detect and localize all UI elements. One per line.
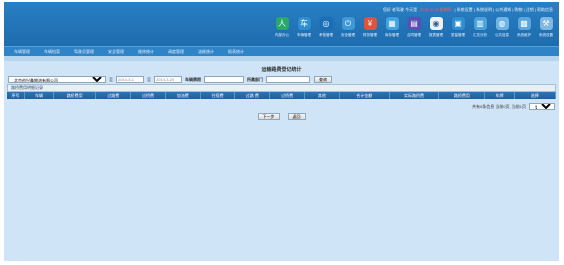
column-header: 过路费 xyxy=(96,92,132,99)
data-table: 路桥费用明细记录 序号 车辆 路桥费用 过路费 过桥费 加油费 住宿费 过路 费过桥费 其他 合计… xyxy=(7,84,556,99)
module-icon: ◉ xyxy=(429,17,443,30)
back-button[interactable]: 返回 xyxy=(287,113,306,120)
toolbar-button[interactable]: 车车辆管理 xyxy=(293,17,315,38)
column-header: 车辆 xyxy=(25,92,55,99)
top-link[interactable]: | 系统设置 | 系统说明 | 公共通知 | 购物 | 注销 | 帮助信息 xyxy=(455,7,553,12)
column-header: 过路 费 xyxy=(235,92,271,99)
module-icon: ¥ xyxy=(363,17,377,30)
module-icon: 人 xyxy=(275,17,289,30)
dept-label: 所属部门 xyxy=(247,76,263,82)
plate-label: 车辆牌照 xyxy=(185,76,201,82)
toolbar-label: 考核管理 xyxy=(319,33,333,37)
toolbar-button[interactable]: ◉ 报表管理 xyxy=(425,17,447,38)
toolbar-button[interactable]: ▦ 库存管理 xyxy=(381,17,403,38)
toolbar-label: 汇总分析 xyxy=(473,33,487,37)
table-header: 序号 车辆 路桥费用 过路费 过桥费 加油费 住宿费 过路 费过桥费 其他 合计金额 实际路桥费 路桥… xyxy=(7,92,556,99)
toolbar-label: 报表管理 xyxy=(429,33,443,37)
column-header: 其他 xyxy=(305,92,340,99)
column-header: 加油费 xyxy=(166,92,201,99)
dept-input[interactable] xyxy=(266,76,310,83)
module-icon: ⚒ xyxy=(539,17,553,30)
column-header: 路桥费用 xyxy=(439,92,486,99)
filter-bar: 北京创兴鑫物流有限公司 至 至 车辆牌照 所属部门 查询 xyxy=(8,76,332,83)
column-header: 路桥费用 xyxy=(54,92,97,99)
start-date-input[interactable] xyxy=(116,76,144,83)
page-title: 运输路费登记统计 xyxy=(261,67,302,73)
module-icon: ▥ xyxy=(473,17,487,30)
nav-item[interactable]: 维修统计 xyxy=(138,49,154,55)
module-toolbar: 人内部办公车车辆管理 ◎ 考核管理 ⏻ 安全管理 ¥ 财务管理 ▦ 库存管理 ▤ 合同管理 ◉ 报表管理… xyxy=(271,17,557,38)
column-header: 过桥费 xyxy=(270,92,306,99)
module-icon: ▤ xyxy=(407,17,421,30)
nav-item[interactable]: 调度管理 xyxy=(168,49,184,55)
toolbar-button[interactable]: ¥ 财务管理 xyxy=(359,17,381,38)
toolbar-label: 公共信息 xyxy=(495,33,509,37)
column-header: 合计金额 xyxy=(340,92,390,99)
company-select[interactable]: 北京创兴鑫物流有限公司 xyxy=(8,76,106,83)
module-icon: ⏻ xyxy=(341,17,355,30)
nav-item[interactable]: 车辆管理 xyxy=(14,49,30,55)
module-icon: 车 xyxy=(297,17,311,30)
toolbar-label: 财务管理 xyxy=(363,33,377,37)
action-buttons: 下一步 返回 xyxy=(4,113,559,120)
module-icon: ▦ xyxy=(385,17,399,30)
module-icon: ▩ xyxy=(517,17,531,30)
pager-summary: 共有0条信息 当前0页, 当前1页 xyxy=(471,103,526,109)
toolbar-label: 安全管理 xyxy=(341,33,355,37)
top-links: 您好 老驾驶 今天是 2022-3-10 星期四 | 系统设置 | 系统说明 | 公… xyxy=(380,7,553,13)
toolbar-label: 内部办公 xyxy=(275,33,289,37)
column-header: 住宿费 xyxy=(201,92,236,99)
toolbar-button[interactable]: ◎ 考核管理 xyxy=(315,17,337,38)
nav-item[interactable]: 驾驶员管理 xyxy=(74,49,94,55)
page-select[interactable]: 第1页 xyxy=(529,103,555,110)
toolbar-button[interactable]: ◍ 公共信息 xyxy=(491,17,513,38)
toolbar-label: 库存管理 xyxy=(385,33,399,37)
toolbar-button[interactable]: ▩ 系统维护 xyxy=(513,17,535,38)
toolbar-label: 系统设置 xyxy=(539,33,553,37)
toolbar-label: 质量管理 xyxy=(451,33,465,37)
query-button[interactable]: 查询 xyxy=(314,76,332,83)
plate-input[interactable] xyxy=(204,76,244,83)
top-banner: 您好 老驾驶 今天是 2022-3-10 星期四 | 系统设置 | 系统说明 | 公… xyxy=(4,2,559,46)
toolbar-button[interactable]: ⏻ 安全管理 xyxy=(337,17,359,38)
nav-item[interactable]: 安全管理 xyxy=(108,49,124,55)
module-icon: ▣ xyxy=(451,17,465,30)
toolbar-label: 合同管理 xyxy=(407,33,421,37)
toolbar-button[interactable]: ▥ 汇总分析 xyxy=(469,17,491,38)
column-header: 实际路桥费 xyxy=(390,92,440,99)
nav-item[interactable]: 报表统计 xyxy=(228,49,244,55)
column-header: 序号 xyxy=(7,92,25,99)
column-header: 车牌 xyxy=(485,92,515,99)
end-date-input[interactable] xyxy=(154,76,182,83)
column-header: 过桥费 xyxy=(131,92,166,99)
nav-item[interactable]: 油耗统计 xyxy=(198,49,214,55)
date-to-label: 至 xyxy=(147,76,151,82)
nav-item[interactable]: 车辆档案 xyxy=(44,49,60,55)
toolbar-button[interactable]: ▤ 合同管理 xyxy=(403,17,425,38)
toolbar-label: 车辆管理 xyxy=(297,33,311,37)
next-step-button[interactable]: 下一步 xyxy=(257,113,280,120)
to-label: 至 xyxy=(109,76,113,82)
app-frame: 您好 老驾驶 今天是 2022-3-10 星期四 | 系统设置 | 系统说明 | 公… xyxy=(4,2,559,261)
top-link[interactable]: 2022-3-10 星期四 xyxy=(420,7,451,12)
module-icon: ◍ xyxy=(495,17,509,30)
toolbar-button[interactable]: ⚒ 系统设置 xyxy=(535,17,557,38)
main-content: 运输路费登记统计 北京创兴鑫物流有限公司 至 至 车辆牌照 所属部门 查询 路桥… xyxy=(4,61,559,261)
toolbar-label: 系统维护 xyxy=(517,33,531,37)
toolbar-button[interactable]: 人内部办公 xyxy=(271,17,293,38)
pager: 共有0条信息 当前0页, 当前1页 第1页 xyxy=(472,103,555,110)
toolbar-button[interactable]: ▣ 质量管理 xyxy=(447,17,469,38)
module-icon: ◎ xyxy=(319,17,333,30)
table-title: 路桥费用明细记录 xyxy=(7,84,556,92)
column-header: 选择 xyxy=(515,92,556,99)
top-link[interactable]: 您好 老驾驶 今天是 xyxy=(383,7,417,12)
